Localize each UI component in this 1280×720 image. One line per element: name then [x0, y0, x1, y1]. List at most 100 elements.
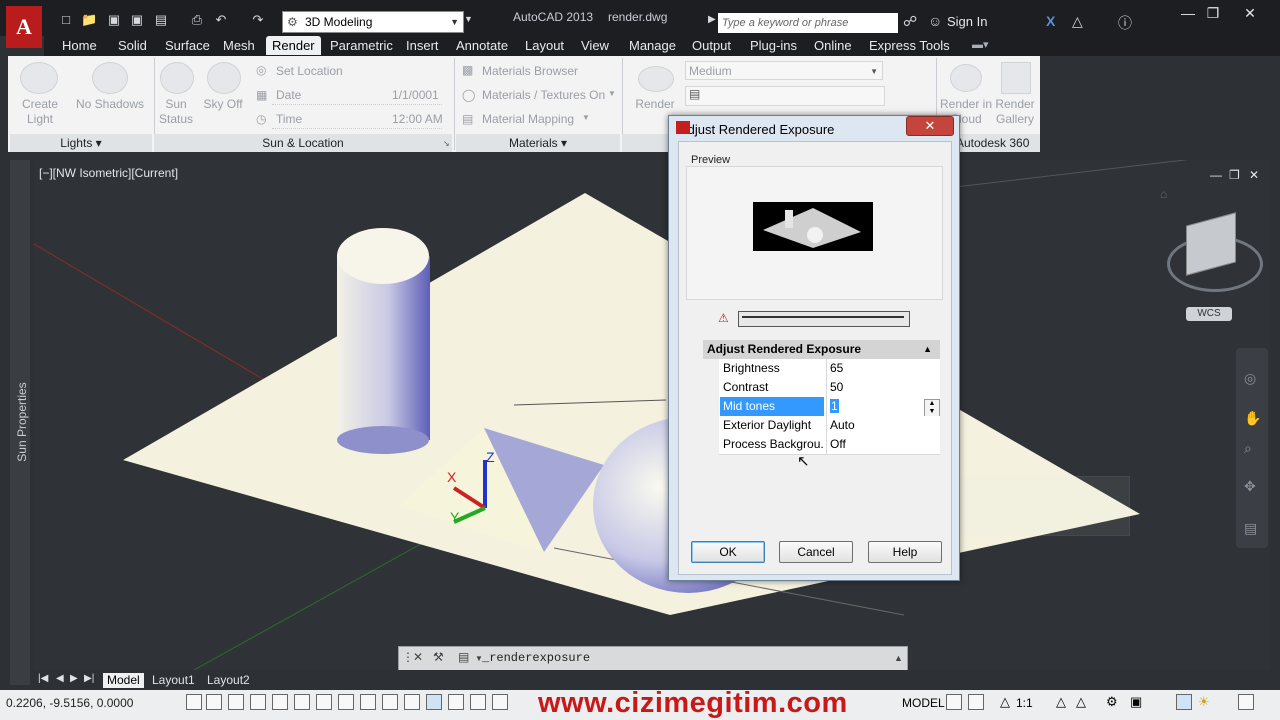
- materials-panel-title[interactable]: Materials ▾: [456, 134, 620, 152]
- drawing-viewport[interactable]: Z X Y: [33, 149, 1271, 671]
- render-button[interactable]: Render: [630, 97, 680, 112]
- mid-tones-spinner[interactable]: ▲ ▼: [924, 399, 940, 417]
- quick-view-drawings-icon[interactable]: [968, 694, 984, 710]
- tab-plugins[interactable]: Plug-ins: [744, 36, 803, 55]
- help-button[interactable]: Help: [868, 541, 942, 563]
- materials-textures-dropdown[interactable]: Materials / Textures On: [482, 88, 605, 102]
- sign-in-button[interactable]: Sign In: [947, 14, 987, 29]
- viewport-close-icon[interactable]: ✕: [1249, 168, 1259, 182]
- viewport-minimize-icon[interactable]: —: [1210, 168, 1222, 182]
- selection-cycling-icon[interactable]: [470, 694, 486, 710]
- tab-output[interactable]: Output: [686, 36, 737, 55]
- quick-view-layouts-icon[interactable]: [946, 694, 962, 710]
- home-icon[interactable]: ⌂: [1160, 187, 1167, 201]
- orbit-icon[interactable]: ✥: [1244, 478, 1256, 495]
- viewport-controls-label[interactable]: [−][NW Isometric][Current]: [39, 166, 178, 180]
- infer-constraints-icon[interactable]: [186, 694, 202, 710]
- lock-icon[interactable]: ▣: [1130, 694, 1142, 710]
- snap-mode-icon[interactable]: [206, 694, 222, 710]
- tab-layout1[interactable]: Layout1: [148, 673, 199, 688]
- tab-express-tools[interactable]: Express Tools: [863, 36, 956, 55]
- exterior-daylight-value[interactable]: Auto: [826, 416, 940, 435]
- prev-layout-icon[interactable]: ◀: [56, 673, 64, 684]
- search-expand-icon[interactable]: ▶: [708, 14, 716, 25]
- annotation-visibility-icon[interactable]: △: [1056, 694, 1066, 710]
- workspace-switching-icon[interactable]: ⚙: [1106, 694, 1118, 710]
- tab-solid[interactable]: Solid: [112, 36, 153, 55]
- tab-home[interactable]: Home: [56, 36, 103, 55]
- 3d-object-snap-icon[interactable]: [316, 694, 332, 710]
- help-icon[interactable]: ⓘ: [1118, 13, 1132, 33]
- sun-status-button[interactable]: Sun Status: [154, 97, 198, 127]
- save-as-icon[interactable]: ▣: [129, 13, 145, 27]
- minimize-button[interactable]: —: [1175, 4, 1201, 22]
- lineweight-icon[interactable]: [404, 694, 420, 710]
- plot-icon[interactable]: ▤: [153, 13, 169, 27]
- next-layout-icon[interactable]: ▶: [70, 673, 78, 684]
- property-row-brightness[interactable]: Brightness 65: [719, 359, 940, 379]
- command-prompt-icon[interactable]: ▤: [458, 650, 469, 664]
- tab-view[interactable]: View: [575, 36, 615, 55]
- tab-layout[interactable]: Layout: [519, 36, 570, 55]
- material-mapping-dropdown[interactable]: Material Mapping: [482, 112, 574, 126]
- render-gallery-button[interactable]: Render Gallery: [992, 97, 1038, 127]
- annotation-scale-dropdown[interactable]: 1:1: [1016, 696, 1033, 710]
- process-background-value[interactable]: Off: [826, 435, 940, 454]
- sun-location-panel-title[interactable]: Sun & Location: [154, 134, 452, 152]
- property-row-exterior-daylight[interactable]: Exterior Daylight Auto: [719, 416, 940, 436]
- render-output-size-field[interactable]: [685, 86, 885, 106]
- property-row-process-background[interactable]: Process Backgrou... Off: [719, 435, 940, 455]
- ribbon-minimize-icon[interactable]: ▬▾: [972, 38, 989, 51]
- annotation-scale-icon[interactable]: △: [1000, 694, 1010, 710]
- open-folder-icon[interactable]: 📁: [81, 13, 97, 27]
- quick-properties-icon[interactable]: [448, 694, 464, 710]
- restore-button[interactable]: ❐: [1200, 4, 1226, 22]
- polar-tracking-icon[interactable]: [272, 694, 288, 710]
- workspace-dropdown[interactable]: ⚙ 3D Modeling ▼: [282, 11, 464, 33]
- create-light-button[interactable]: Create Light: [14, 97, 66, 127]
- print-icon[interactable]: ⎙: [189, 13, 205, 27]
- clean-screen-icon[interactable]: [1238, 694, 1254, 710]
- object-snap-tracking-icon[interactable]: [338, 694, 354, 710]
- autodesk-360-icon[interactable]: △: [1072, 13, 1083, 30]
- tab-annotate[interactable]: Annotate: [450, 36, 514, 55]
- steering-wheel-icon[interactable]: ◎: [1244, 370, 1256, 387]
- ortho-mode-icon[interactable]: [250, 694, 266, 710]
- tab-mesh[interactable]: Mesh: [217, 36, 261, 55]
- close-icon[interactable]: ✕: [413, 650, 423, 664]
- close-icon[interactable]: ✕: [906, 116, 954, 136]
- new-file-icon[interactable]: □: [58, 13, 74, 27]
- first-layout-icon[interactable]: |◀: [38, 673, 48, 684]
- command-history-icon[interactable]: ▲: [894, 653, 903, 663]
- binoculars-icon[interactable]: ☍: [903, 13, 917, 30]
- viewport-restore-icon[interactable]: ❐: [1229, 168, 1240, 182]
- search-input[interactable]: Type a keyword or phrase: [718, 13, 898, 33]
- dialog-launcher-icon[interactable]: ↘: [443, 139, 450, 148]
- tab-render[interactable]: Render: [266, 36, 321, 55]
- wcs-menu[interactable]: WCS: [1186, 307, 1232, 321]
- tab-online[interactable]: Online: [808, 36, 858, 55]
- tab-insert[interactable]: Insert: [400, 36, 445, 55]
- materials-browser-button[interactable]: Materials Browser: [482, 64, 578, 78]
- lights-panel-title[interactable]: Lights ▾: [10, 134, 152, 152]
- isolate-objects-icon[interactable]: ☀: [1198, 694, 1210, 710]
- tab-parametric[interactable]: Parametric: [324, 36, 399, 55]
- exchange-apps-icon[interactable]: X: [1046, 13, 1055, 29]
- tab-manage[interactable]: Manage: [623, 36, 682, 55]
- pan-icon[interactable]: ✋: [1244, 410, 1261, 427]
- cancel-button[interactable]: Cancel: [779, 541, 853, 563]
- property-row-mid-tones[interactable]: Mid tones 1: [719, 397, 940, 417]
- transparency-icon[interactable]: [426, 694, 442, 710]
- showmotion-icon[interactable]: ▤: [1244, 520, 1257, 537]
- mid-tones-input[interactable]: 1: [826, 397, 940, 416]
- grid-display-icon[interactable]: [228, 694, 244, 710]
- save-icon[interactable]: ▣: [106, 13, 122, 27]
- sky-off-button[interactable]: Sky Off: [199, 97, 247, 112]
- quick-access-customize-icon[interactable]: ▼: [464, 14, 473, 24]
- no-shadows-button[interactable]: No Shadows: [72, 97, 148, 112]
- model-space-toggle[interactable]: MODEL: [902, 696, 945, 710]
- undo-icon[interactable]: ↶: [213, 13, 229, 27]
- tab-surface[interactable]: Surface: [159, 36, 216, 55]
- brightness-value[interactable]: 65: [826, 359, 940, 378]
- application-menu-button[interactable]: A: [6, 6, 42, 48]
